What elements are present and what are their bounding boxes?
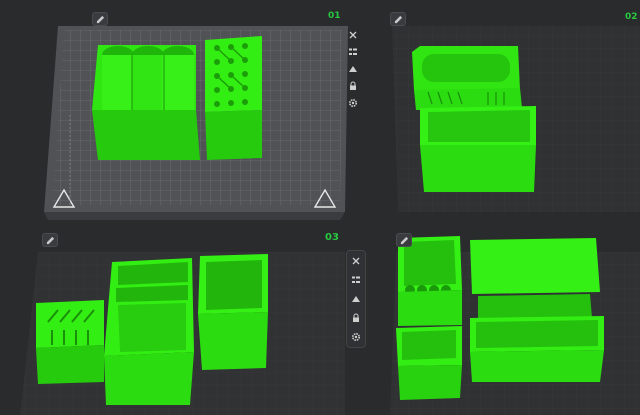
plate-settings-button[interactable] <box>346 96 360 110</box>
plate-edit-button-04[interactable] <box>396 233 412 247</box>
edit-icon <box>394 15 402 23</box>
plate-04[interactable] <box>390 236 640 415</box>
svg-text:03: 03 <box>325 232 339 243</box>
plate-toolbar-03 <box>346 250 366 348</box>
model-tray-stack[interactable] <box>412 46 536 192</box>
arrange-button[interactable] <box>349 273 363 287</box>
edit-icon <box>96 15 104 23</box>
lock-plate-button[interactable] <box>349 311 363 325</box>
plate-label-01: 01 <box>328 11 341 21</box>
model-divider-tray[interactable] <box>470 238 604 382</box>
delete-plate-button[interactable] <box>349 254 363 268</box>
plate-settings-button[interactable] <box>349 330 363 344</box>
plate-01[interactable] <box>44 26 348 220</box>
model-three-compartment-bin[interactable] <box>104 258 194 405</box>
settings-icon <box>351 332 361 342</box>
plate-edit-button-01[interactable] <box>92 12 108 26</box>
model-small-slotted-box[interactable] <box>36 300 104 384</box>
arrange-button[interactable] <box>346 45 360 59</box>
plate-toolbar-01 <box>346 28 362 110</box>
edit-icon <box>46 236 54 244</box>
plate-02[interactable]: 02 <box>392 12 640 212</box>
delete-plate-button[interactable] <box>346 28 360 42</box>
lock-icon <box>350 81 356 90</box>
model-tube-rack[interactable] <box>396 236 462 400</box>
plate-edit-button-02[interactable] <box>390 12 406 26</box>
close-icon <box>352 257 360 265</box>
model-tall-bin[interactable] <box>198 254 268 370</box>
close-icon <box>349 31 357 39</box>
model-peg-organizer[interactable] <box>205 36 262 160</box>
arrange-icon <box>349 48 357 55</box>
plate-edit-button-03[interactable] <box>42 233 58 247</box>
orient-icon <box>352 296 360 302</box>
orient-button[interactable] <box>349 292 363 306</box>
arrange-icon <box>352 276 360 283</box>
orient-button[interactable] <box>346 62 360 76</box>
lock-icon <box>353 313 359 322</box>
edit-icon <box>400 236 408 244</box>
orient-icon <box>349 66 357 72</box>
model-tube-holder[interactable] <box>92 45 200 160</box>
plate-scene: 02 03 <box>20 12 640 415</box>
lock-plate-button[interactable] <box>346 79 360 93</box>
multi-plate-view: 02 03 01 <box>0 0 640 415</box>
settings-icon <box>348 98 358 108</box>
svg-text:02: 02 <box>625 12 638 22</box>
plate-03[interactable]: 03 <box>20 232 345 415</box>
